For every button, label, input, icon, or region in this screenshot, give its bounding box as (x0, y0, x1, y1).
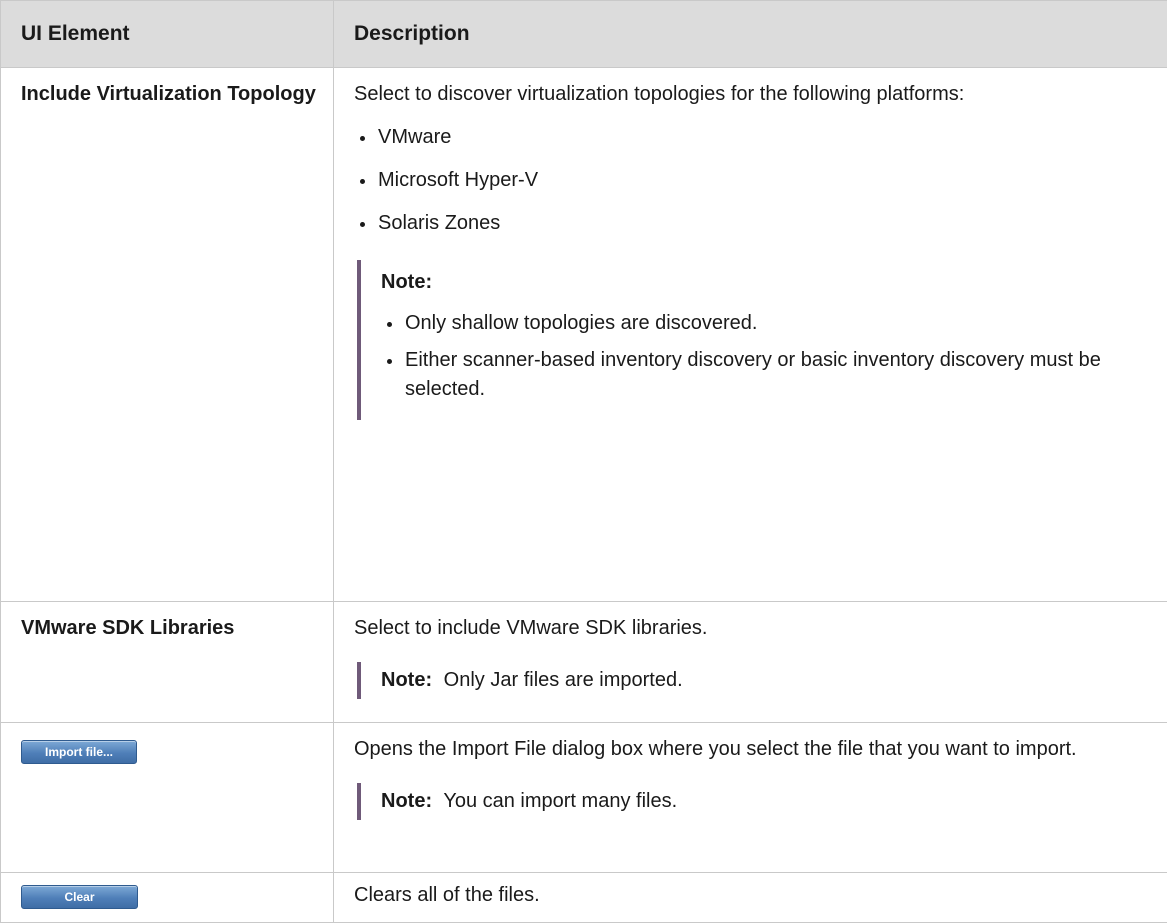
table-cell: Clear (1, 873, 334, 923)
description-text: Select to discover virtualization topolo… (354, 80, 1147, 109)
column-header-description: Description (334, 1, 1167, 68)
table-cell: VMware SDK Libraries (1, 602, 334, 723)
table-row: Clear Clears all of the files. (1, 873, 1167, 923)
ui-element-table: UI Element Description Include Virtualiz… (0, 0, 1167, 923)
import-file-button[interactable]: Import file... (21, 740, 137, 764)
table-cell: Clears all of the files. (334, 873, 1167, 923)
bullet-icon (360, 136, 365, 141)
clear-button[interactable]: Clear (21, 885, 138, 909)
column-header-ui-element: UI Element (1, 1, 334, 68)
bullet-icon (360, 222, 365, 227)
list-item: VMware (354, 123, 1147, 152)
note-title: Note: (381, 268, 1147, 297)
element-name: Include Virtualization Topology (1, 68, 333, 108)
bullet-icon (360, 179, 365, 184)
note-list: Only shallow topologies are discovered. … (381, 309, 1147, 404)
list-item: Either scanner-based inventory discovery… (381, 346, 1147, 404)
description-text: Opens the Import File dialog box where y… (354, 735, 1147, 764)
table-cell: Select to discover virtualization topolo… (334, 68, 1167, 602)
table-cell: Opens the Import File dialog box where y… (334, 723, 1167, 873)
table-row: VMware SDK Libraries Select to include V… (1, 602, 1167, 723)
note-label: Note: (381, 669, 432, 691)
description-text: Clears all of the files. (354, 881, 1147, 910)
element-name: VMware SDK Libraries (1, 602, 333, 642)
bullet-icon (387, 322, 392, 327)
table-row: Import file... Opens the Import File dia… (1, 723, 1167, 873)
note-block: Note: You can import many files. (357, 783, 1147, 820)
note-block: Note: Only Jar files are imported. (357, 662, 1147, 699)
platform-list: VMware Microsoft Hyper-V Solaris Zones (354, 123, 1147, 238)
table-cell: Import file... (1, 723, 334, 873)
note-label: Note: (381, 790, 432, 812)
note-text: Only Jar files are imported. (444, 669, 683, 691)
description-text: Select to include VMware SDK libraries. (354, 614, 1147, 643)
table-row: Include Virtualization Topology Select t… (1, 68, 1167, 602)
note-text: You can import many files. (443, 790, 677, 812)
bullet-icon (387, 359, 392, 364)
note-block: Note: Only shallow topologies are discov… (357, 260, 1147, 420)
list-item: Only shallow topologies are discovered. (381, 309, 1147, 338)
table-header-row: UI Element Description (1, 1, 1167, 68)
list-item: Microsoft Hyper-V (354, 166, 1147, 195)
table-cell: Include Virtualization Topology (1, 68, 334, 602)
table-cell: Select to include VMware SDK libraries. … (334, 602, 1167, 723)
list-item: Solaris Zones (354, 209, 1147, 238)
